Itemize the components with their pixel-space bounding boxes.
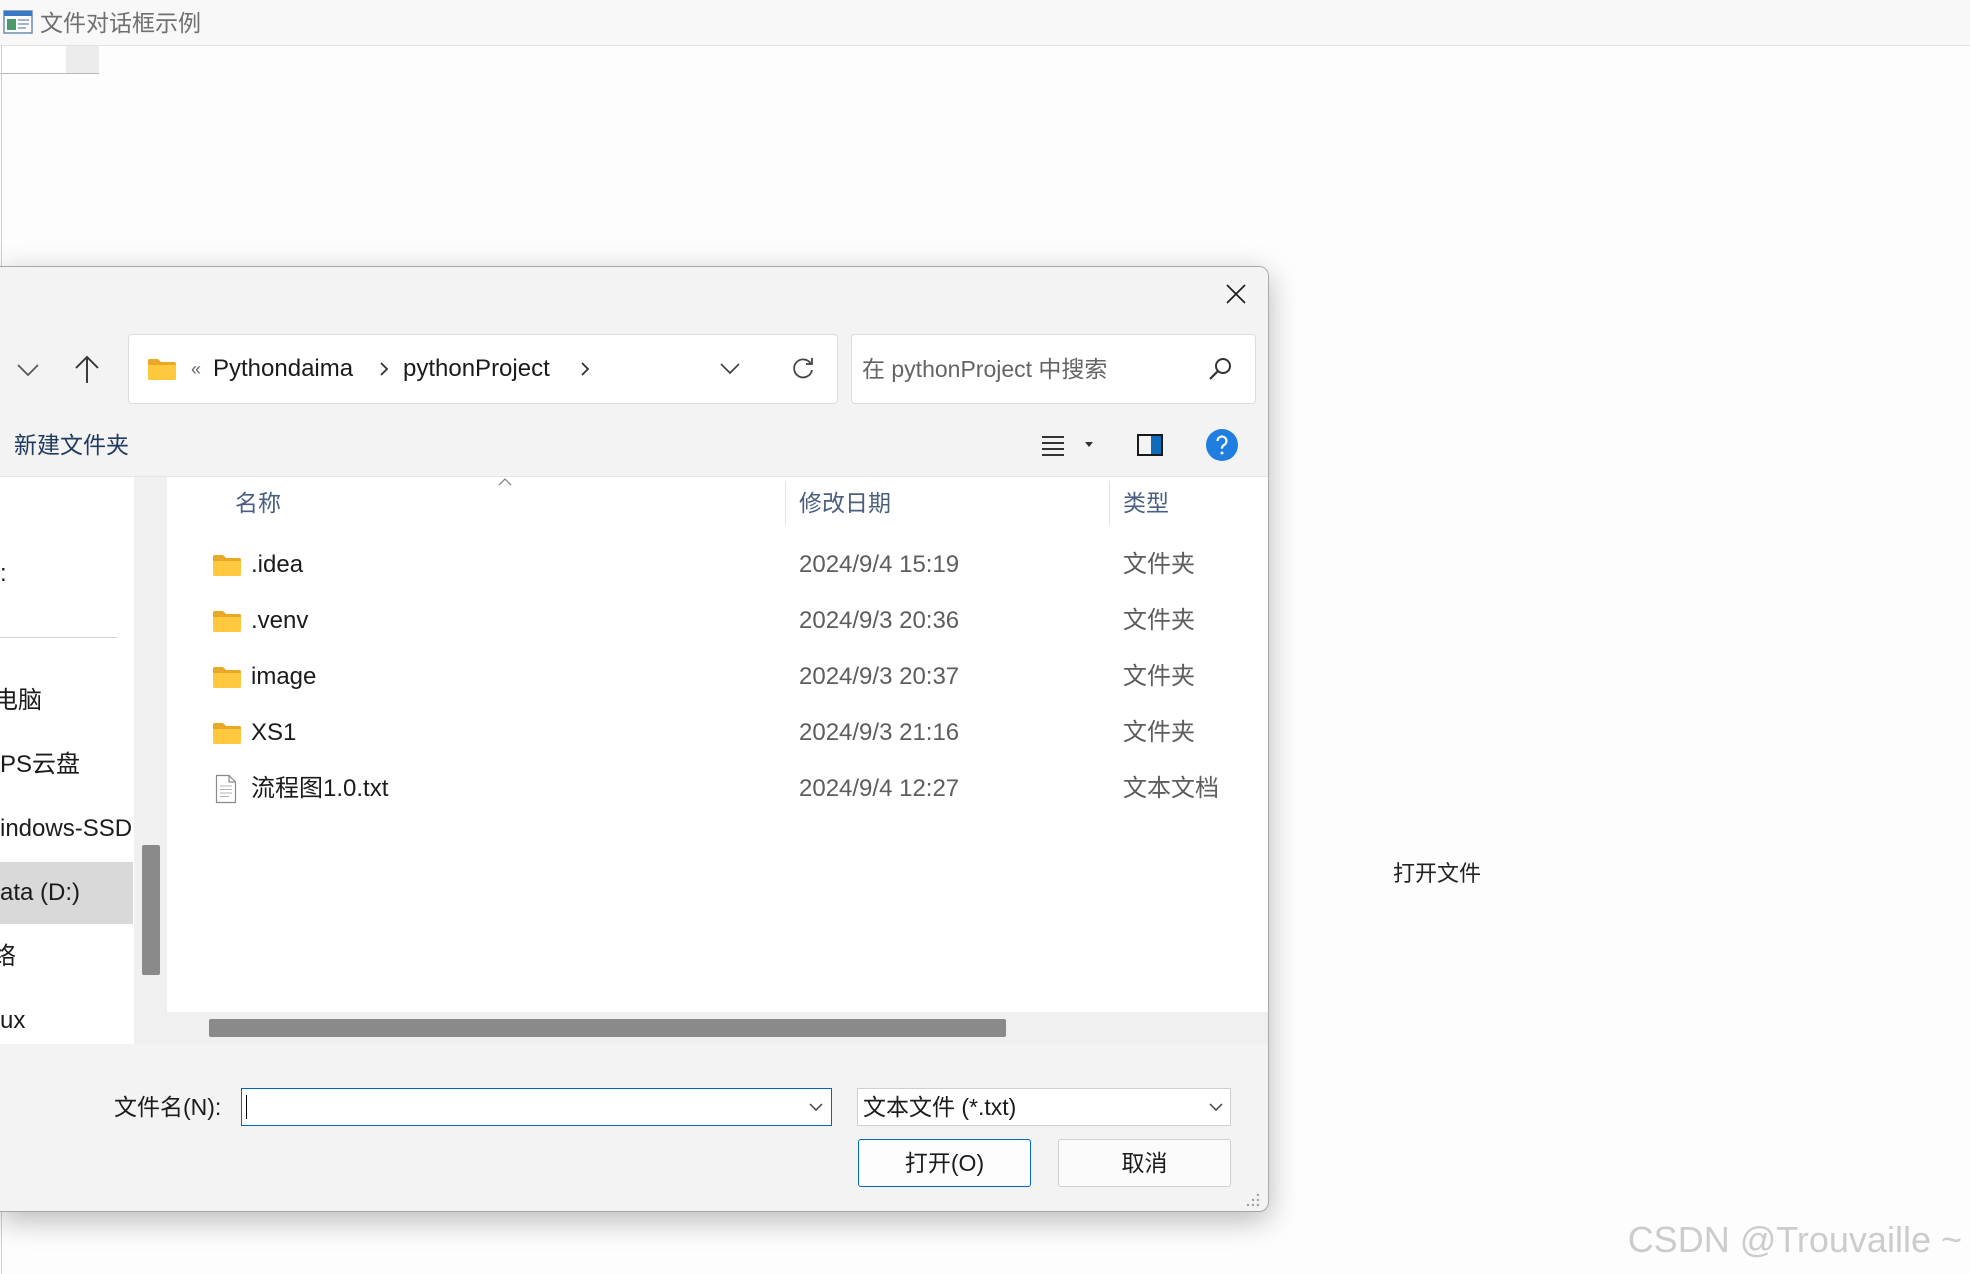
filename-label: 文件名(N): <box>114 1094 222 1120</box>
open-button[interactable]: 打开(O) <box>858 1139 1031 1187</box>
file-type-filter-value: 文本文件 (*.txt) <box>863 1094 1017 1120</box>
file-modified-date: 2024/9/4 15:19 <box>799 551 960 578</box>
folder-icon <box>212 721 242 745</box>
file-row[interactable]: 流程图1.0.txt 2024/9/4 12:27 文本文档 <box>167 761 1268 817</box>
arrow-up-icon <box>70 351 104 387</box>
file-type: 文件夹 <box>1123 607 1195 634</box>
file-name: image <box>251 663 317 690</box>
file-modified-date: 2024/9/3 20:37 <box>799 663 960 690</box>
file-type-filter-select[interactable]: 文本文件 (*.txt) <box>857 1088 1231 1126</box>
nav-item-windows-drive[interactable]: indows-SSD <box>0 809 132 849</box>
file-name: .venv <box>251 607 309 634</box>
column-divider[interactable] <box>1109 481 1110 525</box>
nav-item-linux[interactable]: ux <box>0 1001 25 1041</box>
horizontal-scrollbar[interactable] <box>167 1012 1268 1044</box>
file-list: 名称 修改日期 类型 .idea 2024/9/4 15:19 文件夹 .ven… <box>167 477 1268 1012</box>
column-divider[interactable] <box>785 481 786 525</box>
search-box[interactable] <box>851 334 1256 404</box>
watermark: CSDN @Trouvaille ~ <box>1627 1219 1962 1260</box>
folder-icon <box>212 665 242 689</box>
help-icon[interactable] <box>1205 428 1239 462</box>
file-row[interactable]: XS1 2024/9/3 21:16 文件夹 <box>167 705 1268 761</box>
chevron-right-icon[interactable] <box>379 361 389 377</box>
cancel-button[interactable]: 取消 <box>1058 1139 1231 1187</box>
file-modified-date: 2024/9/4 12:27 <box>799 775 960 802</box>
resize-grip-icon[interactable] <box>1246 1193 1260 1207</box>
search-input[interactable] <box>862 335 1196 403</box>
file-type: 文件夹 <box>1123 719 1195 746</box>
recent-locations-button[interactable] <box>12 355 44 383</box>
nav-item-this-pc[interactable]: 电脑 <box>0 681 42 721</box>
nav-item-data-drive[interactable]: ata (D:) <box>0 873 80 913</box>
window-title: 文件对话框示例 <box>40 10 201 36</box>
breadcrumb-item[interactable]: pythonProject <box>403 335 550 403</box>
file-type: 文件夹 <box>1123 551 1195 578</box>
tab-strip <box>0 46 99 74</box>
navigation-pane: : 电脑 PS云盘 indows-SSD ata (D:) 络 ux <box>0 477 134 1044</box>
folder-icon <box>147 357 177 381</box>
nav-scrollbar-thumb[interactable] <box>142 845 160 975</box>
folder-icon <box>212 553 242 577</box>
breadcrumb-overflow[interactable]: « <box>191 335 201 403</box>
filename-input[interactable] <box>250 1089 798 1125</box>
sort-ascending-icon <box>498 478 512 486</box>
file-row[interactable]: image 2024/9/3 20:37 文件夹 <box>167 649 1268 705</box>
nav-item-cloud-drive[interactable]: PS云盘 <box>0 745 80 785</box>
caret-down-icon[interactable] <box>1083 441 1095 449</box>
file-modified-date: 2024/9/3 21:16 <box>799 719 960 746</box>
close-button[interactable] <box>1212 272 1260 316</box>
folder-icon <box>212 609 242 633</box>
window-titlebar: 文件对话框示例 <box>0 0 1970 46</box>
chevron-down-icon[interactable] <box>809 1103 823 1111</box>
new-folder-button[interactable]: 新建文件夹 <box>14 427 129 463</box>
nav-item[interactable]: : <box>0 554 7 594</box>
file-modified-date: 2024/9/3 20:36 <box>799 607 960 634</box>
file-name: XS1 <box>251 719 297 746</box>
search-icon[interactable] <box>1207 356 1233 382</box>
nav-scrollbar[interactable] <box>134 477 167 1044</box>
dialog-toolbar: 新建文件夹 <box>0 407 1268 477</box>
column-header-modified[interactable]: 修改日期 <box>799 483 891 523</box>
up-folder-button[interactable] <box>70 351 104 387</box>
file-type: 文本文档 <box>1123 775 1219 802</box>
text-caret <box>246 1095 247 1119</box>
column-header-type[interactable]: 类型 <box>1123 483 1169 523</box>
chevron-down-icon[interactable] <box>1209 1103 1223 1111</box>
open-file-label: 打开文件 <box>1393 861 1482 886</box>
file-name: 流程图1.0.txt <box>251 775 389 802</box>
column-header-name[interactable]: 名称 <box>235 483 281 523</box>
file-open-dialog: « Pythondaima pythonProject 在 pythonProj… <box>0 266 1269 1212</box>
chevron-down-icon[interactable] <box>717 361 743 377</box>
preview-pane-icon[interactable] <box>1136 433 1164 457</box>
tab-inactive[interactable] <box>66 46 99 73</box>
address-bar[interactable]: « Pythondaima pythonProject <box>128 334 838 404</box>
close-icon <box>1225 283 1247 305</box>
text-file-icon <box>215 774 237 804</box>
nav-divider <box>0 637 117 638</box>
tab-active[interactable] <box>0 46 66 73</box>
nav-item-network[interactable]: 络 <box>0 937 16 977</box>
app-window-icon <box>3 10 33 34</box>
file-name: .idea <box>251 551 304 578</box>
breadcrumb-item[interactable]: Pythondaima <box>213 335 353 403</box>
file-type: 文件夹 <box>1123 663 1195 690</box>
file-row[interactable]: .venv 2024/9/3 20:36 文件夹 <box>167 593 1268 649</box>
list-view-icon[interactable] <box>1040 432 1066 458</box>
filename-combobox[interactable] <box>241 1088 832 1126</box>
refresh-icon[interactable] <box>789 355 817 383</box>
dialog-titlebar <box>0 267 1268 324</box>
chevron-right-icon[interactable] <box>580 361 590 377</box>
horizontal-scrollbar-thumb[interactable] <box>209 1019 1006 1037</box>
file-row[interactable]: .idea 2024/9/4 15:19 文件夹 <box>167 537 1268 593</box>
chevron-down-icon <box>12 355 44 383</box>
